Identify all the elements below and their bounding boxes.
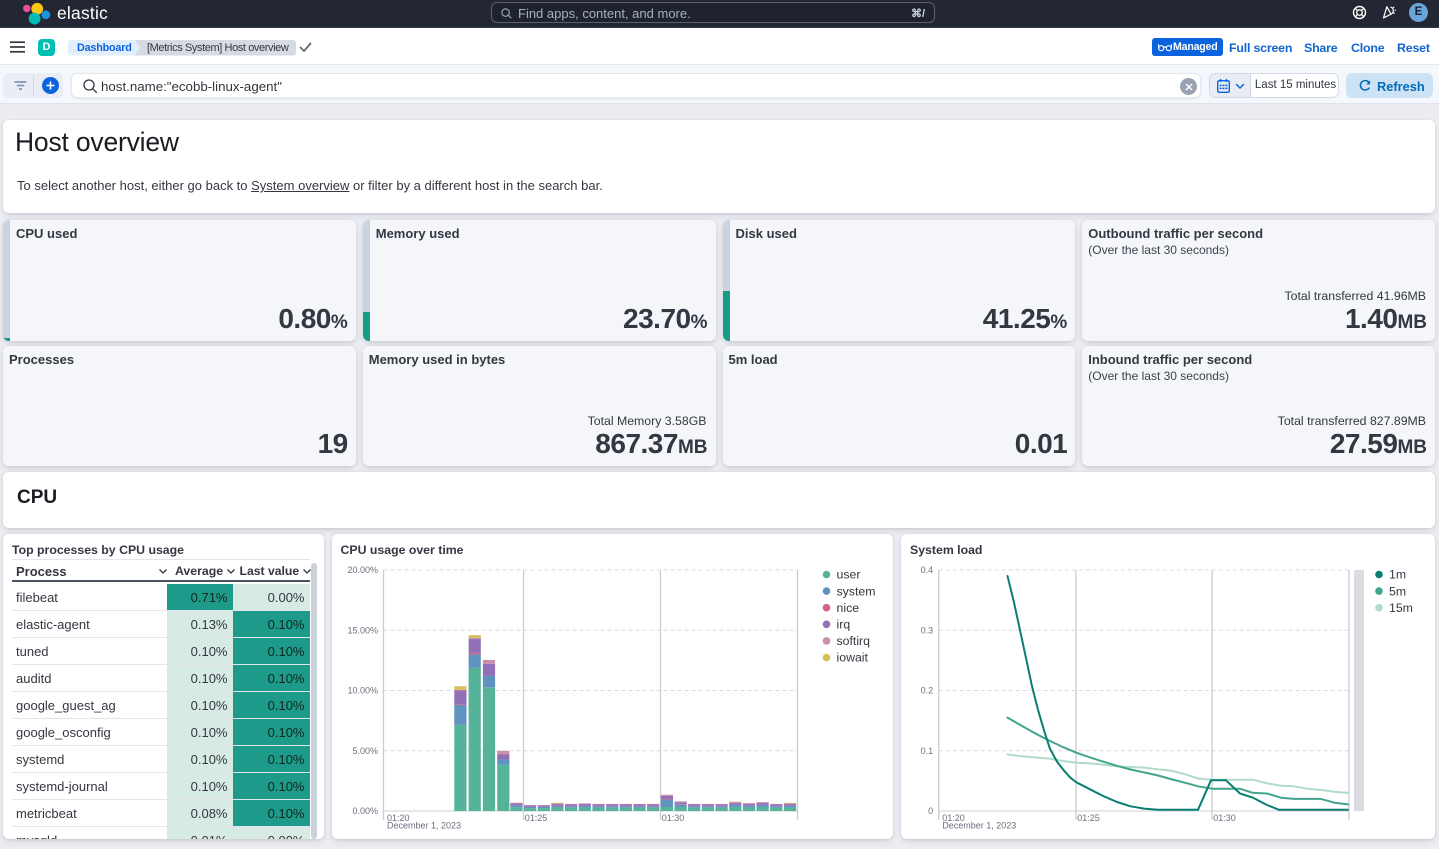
svg-text:0.4: 0.4 bbox=[921, 565, 934, 575]
svg-text:5m: 5m bbox=[1389, 584, 1406, 598]
svg-text:01:25: 01:25 bbox=[524, 813, 547, 823]
svg-text:system: system bbox=[836, 584, 875, 598]
svg-text:December 1, 2023: December 1, 2023 bbox=[942, 821, 1016, 831]
svg-text:01:25: 01:25 bbox=[1077, 813, 1100, 823]
svg-text:15m: 15m bbox=[1389, 601, 1413, 615]
svg-text:10.00%: 10.00% bbox=[347, 686, 378, 696]
svg-text:iowait: iowait bbox=[836, 651, 868, 665]
svg-text:nice: nice bbox=[836, 601, 859, 615]
svg-text:0.1: 0.1 bbox=[921, 746, 934, 756]
svg-text:15.00%: 15.00% bbox=[347, 625, 378, 635]
svg-text:5.00%: 5.00% bbox=[352, 746, 378, 756]
svg-text:0.00%: 0.00% bbox=[352, 806, 378, 816]
svg-text:softirq: softirq bbox=[836, 634, 870, 648]
svg-text:irq: irq bbox=[836, 618, 850, 632]
svg-text:20.00%: 20.00% bbox=[347, 565, 378, 575]
svg-text:01:30: 01:30 bbox=[661, 813, 684, 823]
svg-text:December 1, 2023: December 1, 2023 bbox=[387, 821, 461, 831]
svg-text:0.3: 0.3 bbox=[921, 625, 934, 635]
svg-text:01:30: 01:30 bbox=[1213, 813, 1236, 823]
svg-text:0: 0 bbox=[928, 806, 933, 816]
svg-text:1m: 1m bbox=[1389, 568, 1406, 582]
svg-text:0.2: 0.2 bbox=[921, 686, 934, 696]
svg-text:user: user bbox=[836, 568, 860, 582]
